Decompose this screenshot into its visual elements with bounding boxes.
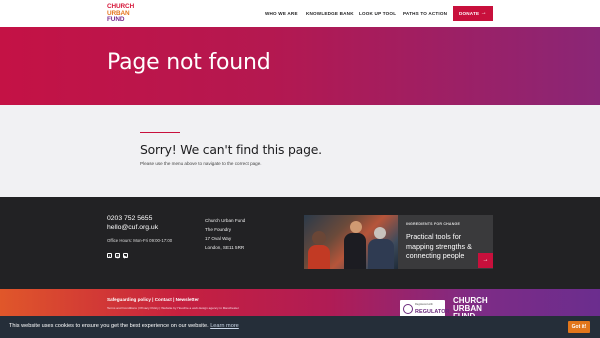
cookie-text: This website uses cookies to ensure you … (9, 323, 209, 329)
promo-kicker: INGREDIENTS FOR CHANGE (406, 222, 461, 226)
promo-card[interactable]: INGREDIENTS FOR CHANGE Practical tools f… (304, 215, 493, 269)
nav-look-up-tool[interactable]: LOOK UP TOOL (359, 11, 396, 16)
regulator-caption: Registered with (415, 303, 433, 306)
regulator-label: REGULATOR (415, 309, 450, 315)
main-content: Sorry! We can't find this page. Please u… (0, 105, 600, 197)
error-message: Please use the menu above to navigate to… (140, 161, 262, 166)
footer-phone-link[interactable]: 0203 752 5655 (107, 215, 152, 222)
social-links: f ◎ ▶ (107, 253, 128, 259)
youtube-icon[interactable]: ▶ (123, 253, 128, 259)
site-footer: 0203 752 5655 hello@cuf.org.uk Office Ho… (0, 197, 600, 289)
instagram-icon[interactable]: ◎ (115, 253, 120, 259)
office-hours: Office Hours: Mon-Fri 09:00-17:00 (107, 238, 173, 243)
postal-address: Church Urban Fund The Foundry 17 Oval Wa… (205, 216, 245, 252)
nav-who-we-are[interactable]: WHO WE ARE (265, 11, 298, 16)
address-line: The Foundry (205, 227, 232, 232)
accent-divider (140, 132, 180, 133)
arrow-right-icon: → (480, 10, 487, 16)
facebook-icon[interactable]: f (107, 253, 112, 259)
cookie-accept-button[interactable]: Got it! (568, 321, 590, 333)
cookie-learn-more-link[interactable]: Learn more (210, 323, 239, 329)
arrow-right-icon: → (482, 257, 489, 263)
site-logo[interactable]: CHURCH URBAN FUND (107, 3, 141, 24)
footer-links[interactable]: Safeguarding policy | Contact | Newslett… (107, 297, 199, 302)
site-header: CHURCH URBAN FUND WHO WE ARE KNOWLEDGE B… (0, 0, 600, 27)
page-title: Page not found (107, 50, 271, 75)
promo-arrow-button[interactable]: → (478, 253, 493, 268)
regulator-seal-icon (403, 304, 413, 314)
footer-email-link[interactable]: hello@cuf.org.uk (107, 224, 158, 231)
footer-legal-links[interactable]: Terms and Conditions | Privacy Policy | … (107, 306, 239, 310)
logo-line-fund: FUND (107, 16, 125, 24)
address-line: London, SE11 5RR (205, 245, 245, 250)
promo-title: Practical tools for mapping strengths & … (406, 232, 472, 261)
donate-button[interactable]: DONATE → (453, 6, 493, 21)
promo-photo (304, 215, 398, 269)
address-line: Church Urban Fund (205, 218, 246, 223)
error-heading: Sorry! We can't find this page. (140, 142, 322, 157)
nav-paths-to-action[interactable]: PATHS TO ACTION (403, 11, 447, 16)
donate-label: DONATE (459, 11, 480, 16)
nav-knowledge-bank[interactable]: KNOWLEDGE BANK (306, 11, 354, 16)
address-line: 17 Oval Way (205, 236, 232, 241)
cookie-banner: This website uses cookies to ensure you … (0, 316, 600, 338)
hero-banner: Page not found (0, 27, 600, 105)
cookie-message: This website uses cookies to ensure you … (9, 323, 239, 329)
